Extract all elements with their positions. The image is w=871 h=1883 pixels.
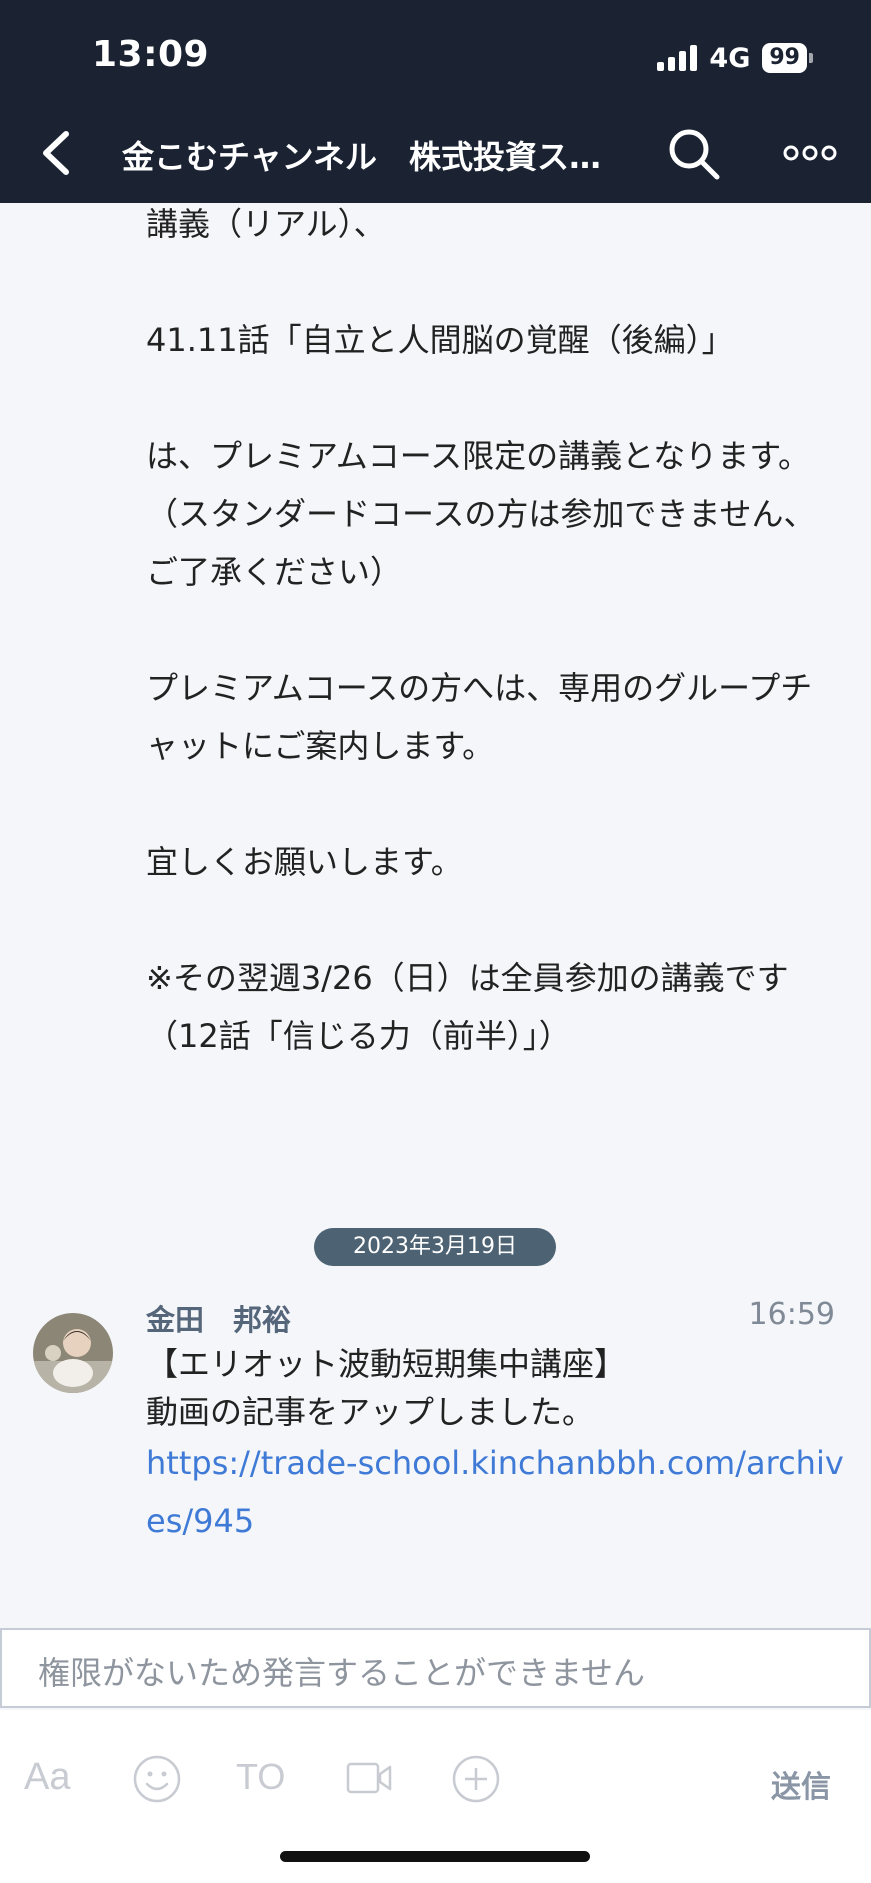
video-icon (346, 1762, 392, 1794)
back-arrow-icon (43, 131, 69, 175)
search-button[interactable] (664, 124, 724, 184)
text-format-button[interactable]: Aa (24, 1756, 70, 1804)
battery-icon: 99 (762, 43, 813, 73)
home-indicator (280, 1851, 590, 1862)
sender-name: 金田 邦裕 (146, 1303, 292, 1337)
message-input[interactable]: 権限がないため発言することができません (0, 1628, 871, 1708)
avatar-photo (33, 1313, 113, 1393)
video-button[interactable] (346, 1762, 392, 1810)
send-button[interactable]: 送信 (771, 1762, 831, 1806)
input-placeholder: 権限がないため発言することができません (38, 1654, 646, 1692)
latest-message: 【エリオット波動短期集中講座】 動画の記事をアップしました。 https://t… (146, 1340, 846, 1550)
nav-bar: 金こむチャンネル 株式投資ス… (0, 118, 871, 188)
status-time: 13:09 (92, 34, 210, 75)
top-bar: 13:09 4G 99 金こむチャンネル 株式投資ス… (0, 0, 871, 203)
message-link[interactable]: https://trade-school.kinchanbbh.com/arch… (146, 1434, 846, 1550)
chat-timeline[interactable]: 講義（リアル）、 41.11話「自立と人間脳の覚醒（後編）」 は、プレミアムコー… (0, 203, 871, 1628)
emoji-button[interactable] (132, 1754, 182, 1803)
network-type: 4G (709, 42, 751, 74)
message-time: 16:59 (748, 1297, 835, 1332)
status-indicators: 4G 99 (657, 40, 813, 76)
back-button[interactable] (36, 126, 84, 180)
message-line: 動画の記事をアップしました。 (146, 1393, 595, 1431)
add-button[interactable] (451, 1754, 501, 1803)
emoji-icon (133, 1755, 181, 1803)
battery-level: 99 (762, 43, 807, 73)
add-icon (452, 1755, 500, 1803)
mention-to-button[interactable]: TO (236, 1756, 285, 1804)
more-button[interactable] (782, 136, 838, 170)
more-icon (783, 145, 837, 161)
signal-icon (657, 45, 698, 71)
chat-title: 金こむチャンネル 株式投資ス… (122, 138, 602, 176)
search-icon (669, 129, 720, 180)
avatar[interactable] (33, 1313, 113, 1393)
date-divider: 2023年3月19日 (314, 1228, 556, 1266)
previous-message-text: 講義（リアル）、 41.11話「自立と人間脳の覚醒（後編）」 は、プレミアムコー… (146, 205, 816, 1055)
message-line: 【エリオット波動短期集中講座】 (146, 1345, 627, 1383)
